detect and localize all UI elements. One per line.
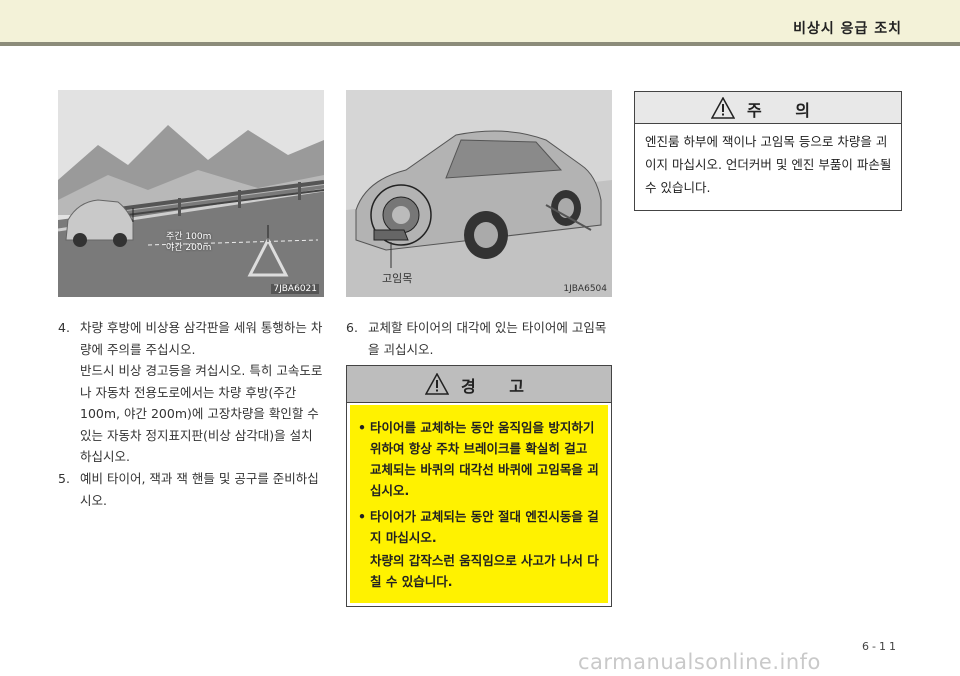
distance-label-night: 야간 200m [166, 243, 212, 253]
section-title: 비상시 응급 조치 [793, 21, 902, 37]
instruction-6: 6. 교체할 타이어의 대각에 있는 타이어에 고임목을 괴십시오. [346, 317, 612, 360]
caution-box: 주 의 엔진룸 하부에 잭이나 고임목 등으로 차량을 괴이지 마십시오. 언더… [634, 91, 902, 211]
bullet-icon: • [358, 420, 366, 435]
caution-title: 주 의 [747, 101, 825, 120]
warning-body: • 타이어를 교체하는 동안 움직임을 방지하기 위하여 항상 주차 브레이크를… [350, 405, 608, 603]
wheel-chock-illustration: 고임목 1JBA6504 [346, 90, 612, 297]
chock-label: 고임목 [382, 272, 413, 285]
warning-item-continued: 차량의 갑작스런 움직임으로 사고가 나서 다칠 수 있습니다. [370, 553, 599, 589]
warning-header: 경 고 [347, 366, 611, 403]
figure-code: 7JBA6021 [271, 284, 319, 294]
instruction-4: 4. 차량 후방에 비상용 삼각판을 세워 통행하는 차량에 주의를 주십시오.… [58, 317, 324, 468]
step-text: 예비 타이어, 잭과 잭 핸들 및 공구를 준비하십시오. [80, 471, 319, 508]
step-number: 6. [346, 320, 358, 335]
step-text: 차량 후방에 비상용 삼각판을 세워 통행하는 차량에 주의를 주십시오. [80, 320, 323, 357]
caution-triangle-icon [711, 97, 735, 119]
step-text: 교체할 타이어의 대각에 있는 타이어에 고임목을 괴십시오. [368, 320, 607, 357]
step-number: 4. [58, 320, 70, 335]
warning-item: • 타이어를 교체하는 동안 움직임을 방지하기 위하여 항상 주차 브레이크를… [358, 417, 602, 501]
instruction-5: 5. 예비 타이어, 잭과 잭 핸들 및 공구를 준비하십시오. [58, 468, 324, 511]
step-text-detail: 반드시 비상 경고등을 켜십시오. 특히 고속도로나 자동차 전용도로에서는 차… [80, 363, 323, 464]
highway-scene-image [58, 90, 324, 297]
bullet-icon: • [358, 509, 366, 524]
warning-item: • 타이어가 교체되는 동안 절대 엔진시동을 걸지 마십시오. [358, 506, 602, 548]
distance-label-day: 주간 100m [166, 232, 212, 242]
caution-text: 엔진룸 하부에 잭이나 고임목 등으로 차량을 괴이지 마십시오. 언더커버 및… [645, 134, 892, 195]
warning-triangle-illustration: 주간 100m 야간 200m 7JBA6021 [58, 90, 324, 297]
caution-header: 주 의 [635, 92, 901, 124]
warning-box: 경 고 • 타이어를 교체하는 동안 움직임을 방지하기 위하여 항상 주차 브… [346, 365, 612, 607]
warning-title: 경 고 [461, 377, 539, 396]
page-number: 6-11 [862, 640, 899, 653]
step-number: 5. [58, 471, 70, 486]
warning-triangle-icon [425, 373, 449, 395]
figure-code: 1JBA6504 [563, 284, 607, 294]
watermark: carmanualsonline.info [578, 650, 821, 674]
header-divider [0, 42, 960, 46]
car-jack-image [346, 90, 612, 297]
